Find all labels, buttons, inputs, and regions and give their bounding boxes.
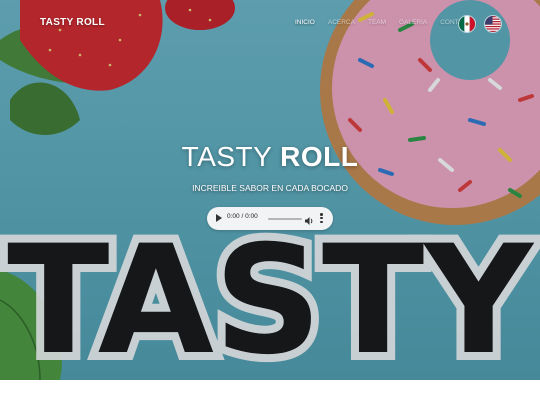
hero-title: TASTY ROLL — [0, 141, 540, 173]
hero-title-light: TASTY — [181, 141, 272, 172]
nav-link-acerca[interactable]: ACERCA — [328, 19, 355, 26]
mexico-flag-icon[interactable] — [459, 16, 475, 32]
audio-player: 0:00 / 0:00 — [207, 207, 333, 230]
usa-flag-icon[interactable] — [485, 16, 501, 32]
play-icon[interactable] — [216, 214, 222, 222]
nav-link-inicio[interactable]: INICIO — [295, 19, 315, 26]
nav-link-team[interactable]: TEAM — [368, 19, 386, 26]
more-options-icon[interactable] — [320, 213, 323, 224]
volume-icon[interactable] — [305, 213, 314, 225]
audio-time: 0:00 / 0:00 — [227, 213, 258, 220]
brand-logo[interactable]: TASTY ROLL — [40, 17, 105, 28]
main-nav: INICIO ACERCA TEAM GALERIA CONTACTO — [295, 19, 476, 26]
hero-subtitle: INCREIBLE SABOR EN CADA BOCADO — [192, 183, 348, 193]
audio-progress-bar[interactable] — [268, 217, 302, 220]
hero-title-bold: ROLL — [280, 141, 359, 172]
nav-link-galeria[interactable]: GALERIA — [399, 19, 427, 26]
